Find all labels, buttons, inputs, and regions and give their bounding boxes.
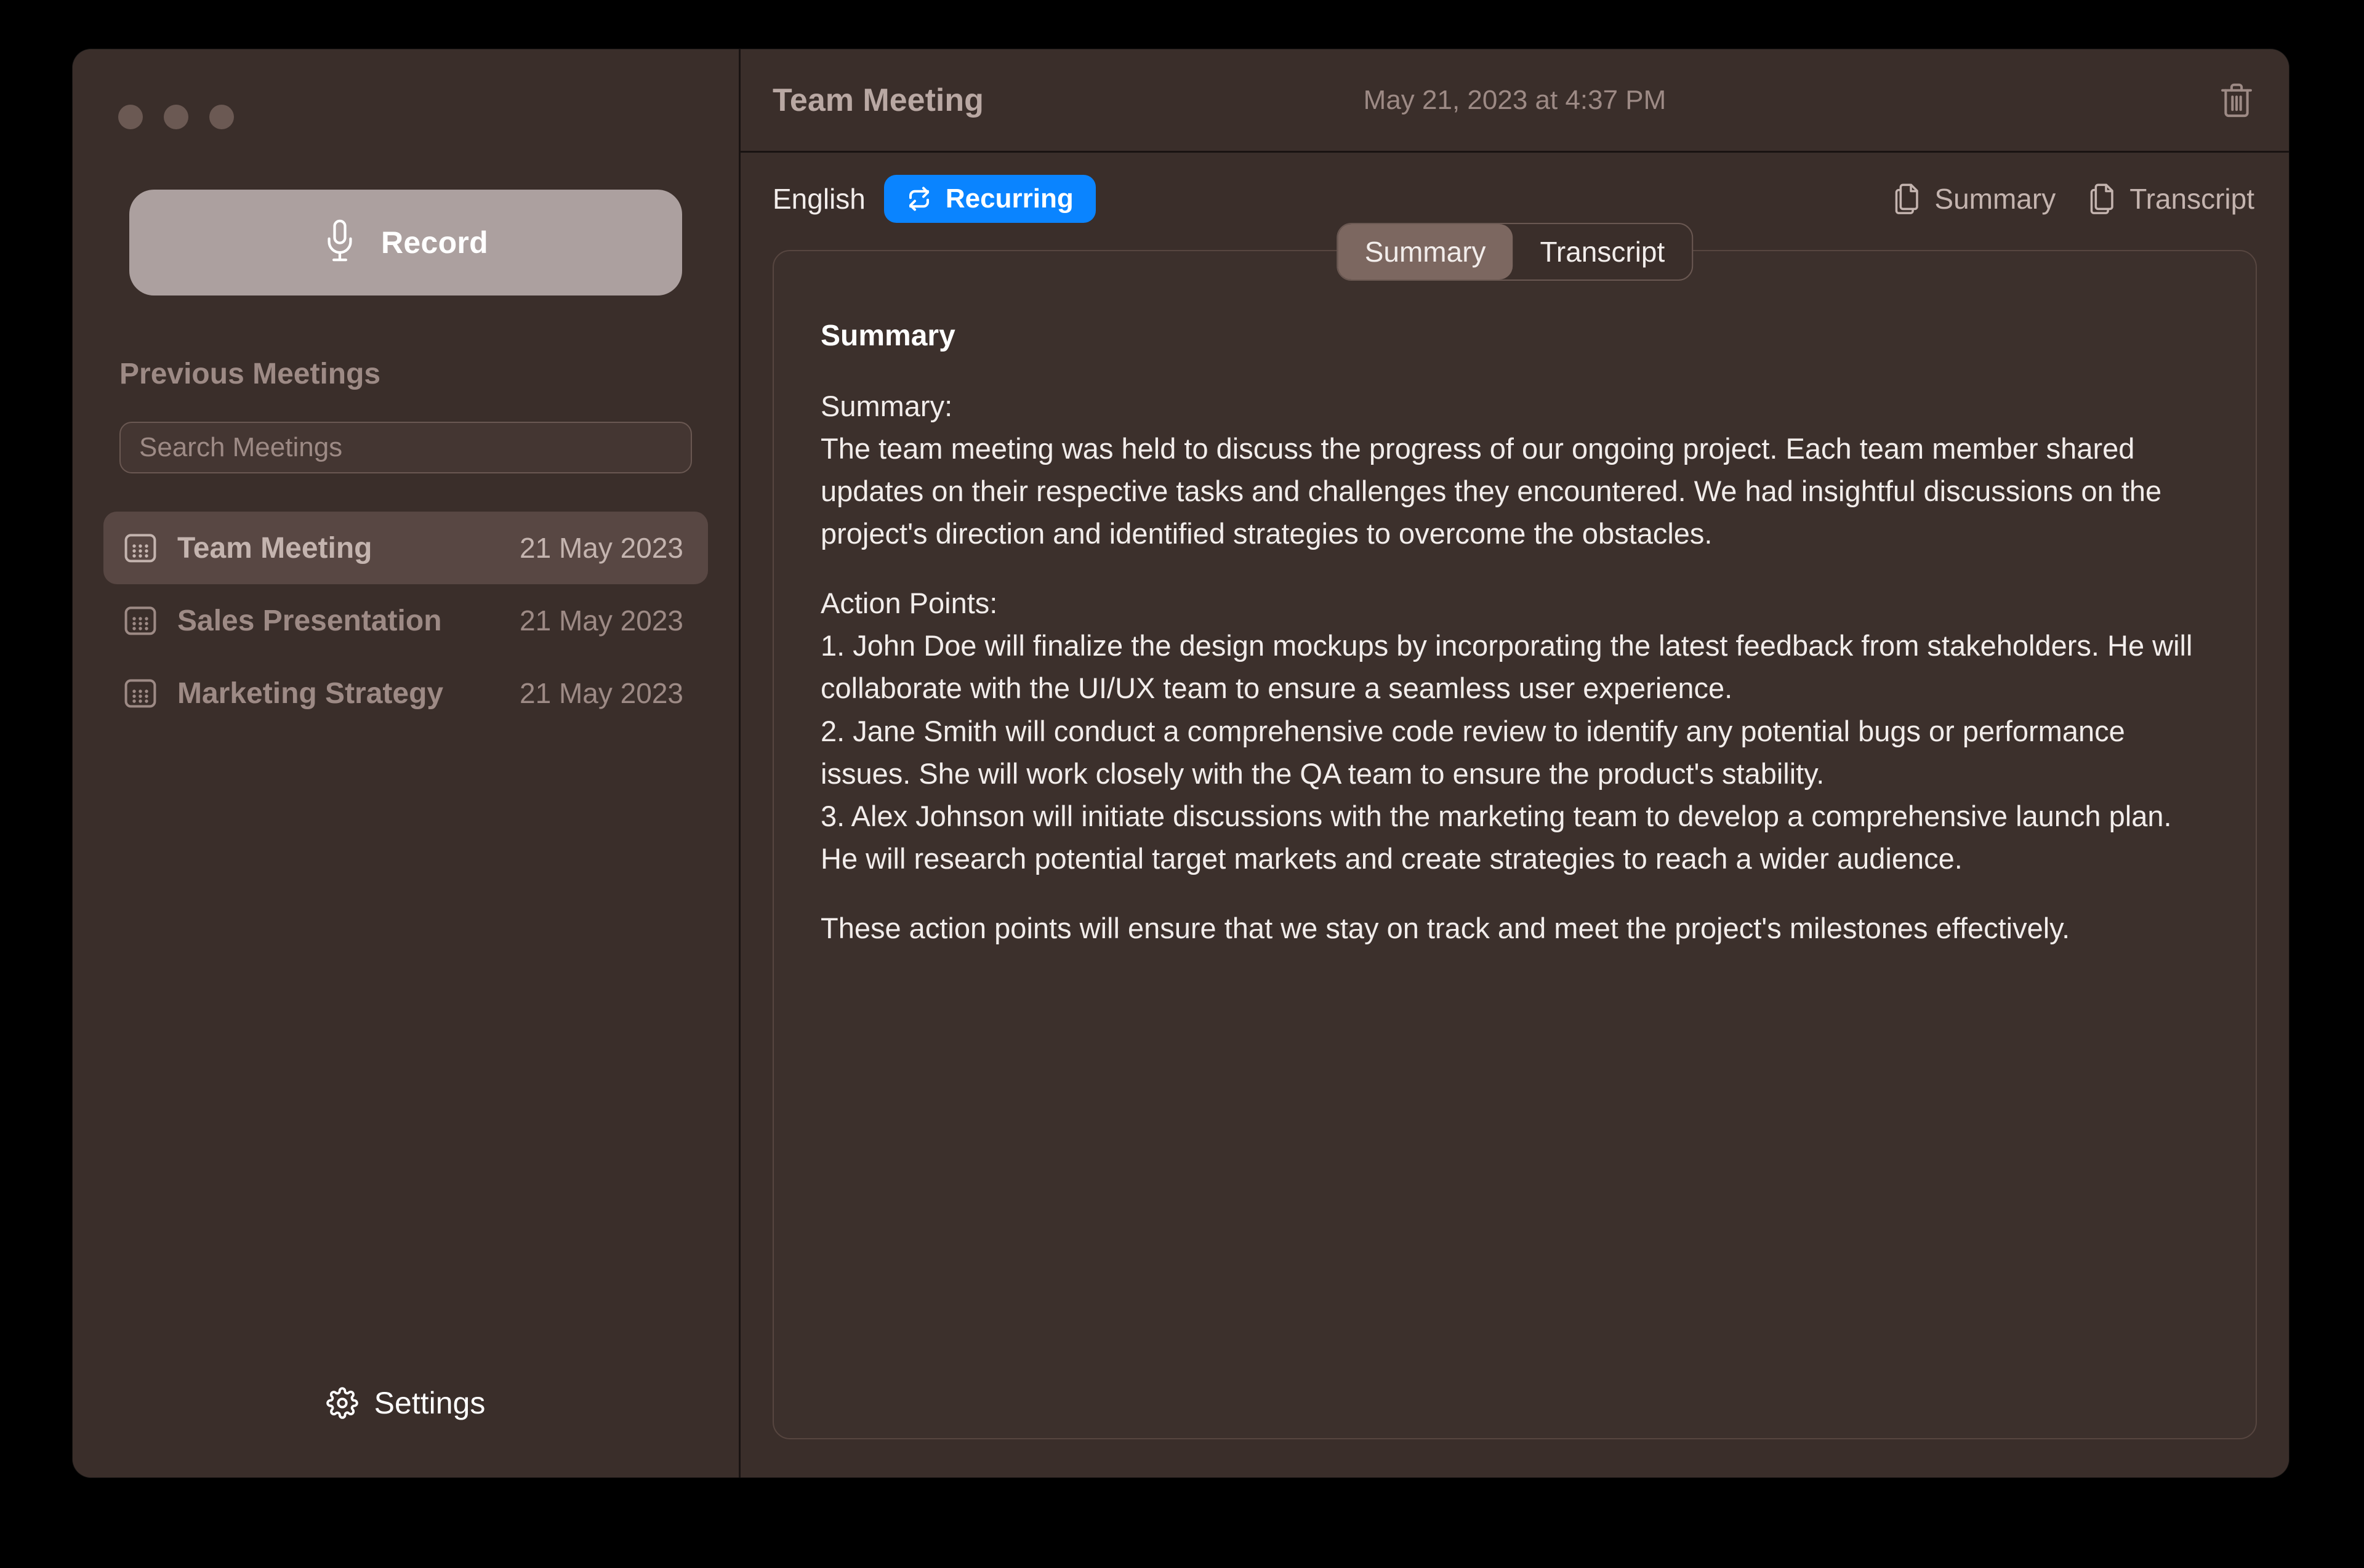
view-tabs: Summary Transcript [1336,223,1694,281]
recurring-badge[interactable]: Recurring [883,175,1096,223]
tab-transcript[interactable]: Transcript [1513,224,1692,279]
main-pane: Team Meeting May 21, 2023 at 4:37 PM Eng… [741,49,2289,1478]
summary-content: Summary Summary: The team meeting was he… [774,251,2256,949]
language-label: English [773,183,866,215]
recurring-label: Recurring [945,183,1074,214]
page-title: Team Meeting [773,82,984,118]
trash-icon[interactable] [2219,81,2254,119]
tab-summary[interactable]: Summary [1337,224,1513,279]
desktop-backdrop: Record Previous Meetings Tea [0,0,2364,1568]
content-header: Team Meeting May 21, 2023 at 4:37 PM [741,49,2289,153]
list-item-name: Marketing Strategy [177,677,444,710]
meeting-list: Team Meeting 21 May 2023 Sales Presentat… [103,512,708,730]
search-container [119,422,692,473]
window-controls [73,49,739,129]
calendar-icon [124,679,156,708]
microphone-icon [328,219,352,262]
action-points-paragraph: Action Points: 1. John Doe will finalize… [821,587,2193,875]
app-window: Record Previous Meetings Tea [73,49,2289,1478]
copy-document-icon [1896,183,1919,214]
closing-paragraph: These action points will ensure that we … [821,911,2070,944]
list-item[interactable]: Marketing Strategy 21 May 2023 [103,657,708,730]
copy-summary-button[interactable]: Summary [1894,182,2056,215]
copy-summary-label: Summary [1934,183,2056,215]
close-button[interactable] [118,105,143,129]
settings-label: Settings [374,1386,486,1420]
copy-transcript-button[interactable]: Transcript [2089,182,2254,215]
calendar-icon [124,606,156,635]
toolbar-actions: Summary Transcript [1894,182,2254,215]
list-item[interactable]: Sales Presentation 21 May 2023 [103,584,708,657]
list-item-name: Sales Presentation [177,604,442,637]
list-item-date: 21 May 2023 [520,532,683,564]
content-card: Summary Transcript Summary Summary: The … [773,223,2257,1439]
calendar-icon [124,534,156,563]
search-input[interactable] [119,422,692,473]
copy-document-icon [2090,183,2113,214]
summary-paragraph: Summary: The team meeting was held to di… [821,390,2162,550]
repeat-icon [909,187,929,211]
previous-meetings-heading: Previous Meetings [119,358,381,390]
summary-heading: Summary [821,320,955,352]
record-button-label: Record [380,225,489,260]
copy-transcript-label: Transcript [2129,183,2254,215]
record-button[interactable]: Record [129,190,682,296]
list-item-date: 21 May 2023 [520,605,683,637]
sidebar: Record Previous Meetings Tea [73,49,741,1478]
list-item[interactable]: Team Meeting 21 May 2023 [103,512,708,584]
list-item-name: Team Meeting [177,531,372,565]
minimize-button[interactable] [164,105,188,129]
maximize-button[interactable] [209,105,234,129]
list-item-date: 21 May 2023 [520,677,683,709]
settings-button[interactable]: Settings [73,1385,739,1421]
gear-icon [326,1387,358,1419]
